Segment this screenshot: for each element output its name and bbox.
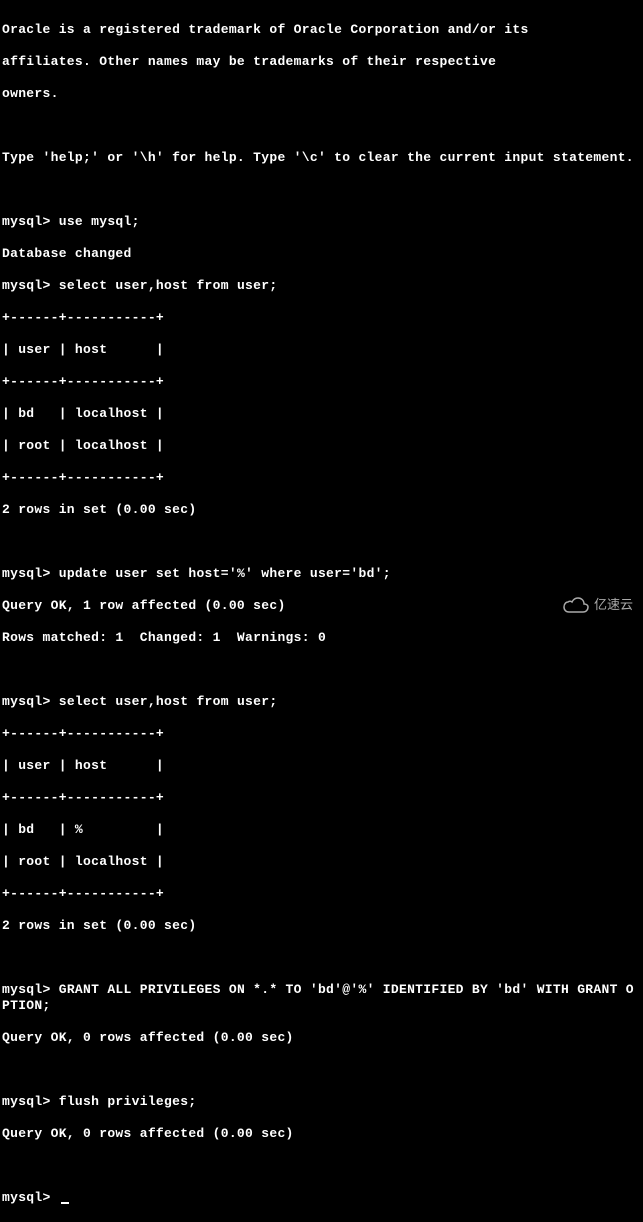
- intro-line: affiliates. Other names may be trademark…: [2, 54, 641, 70]
- command-line: mysql> flush privileges;: [2, 1094, 641, 1110]
- prompt-line[interactable]: mysql>: [2, 1190, 641, 1206]
- table-header: | user | host |: [2, 342, 641, 358]
- command-line: mysql> select user,host from user;: [2, 694, 641, 710]
- terminal-output: Oracle is a registered trademark of Orac…: [2, 6, 641, 1222]
- help-line: Type 'help;' or '\h' for help. Type '\c'…: [2, 150, 641, 166]
- table-border: +------+-----------+: [2, 790, 641, 806]
- response-line: Query OK, 0 rows affected (0.00 sec): [2, 1030, 641, 1046]
- cloud-icon: [562, 596, 590, 614]
- table-border: +------+-----------+: [2, 374, 641, 390]
- watermark: 亿速云: [562, 596, 633, 614]
- blank-line: [2, 1062, 641, 1078]
- table-border: +------+-----------+: [2, 310, 641, 326]
- table-row: | bd | localhost |: [2, 406, 641, 422]
- blank-line: [2, 118, 641, 134]
- blank-line: [2, 1158, 641, 1174]
- table-border: +------+-----------+: [2, 886, 641, 902]
- command-line: mysql> GRANT ALL PRIVILEGES ON *.* TO 'b…: [2, 982, 641, 1014]
- command-line: mysql> use mysql;: [2, 214, 641, 230]
- table-row: | root | localhost |: [2, 438, 641, 454]
- intro-line: owners.: [2, 86, 641, 102]
- blank-line: [2, 950, 641, 966]
- response-line: Query OK, 0 rows affected (0.00 sec): [2, 1126, 641, 1142]
- intro-line: Oracle is a registered trademark of Orac…: [2, 22, 641, 38]
- watermark-text: 亿速云: [594, 597, 633, 613]
- response-line: Rows matched: 1 Changed: 1 Warnings: 0: [2, 630, 641, 646]
- summary-line: 2 rows in set (0.00 sec): [2, 502, 641, 518]
- cursor-icon: [61, 1202, 69, 1204]
- table-row: | root | localhost |: [2, 854, 641, 870]
- response-line: Query OK, 1 row affected (0.00 sec): [2, 598, 641, 614]
- table-header: | user | host |: [2, 758, 641, 774]
- response-line: Database changed: [2, 246, 641, 262]
- blank-line: [2, 182, 641, 198]
- blank-line: [2, 534, 641, 550]
- summary-line: 2 rows in set (0.00 sec): [2, 918, 641, 934]
- table-row: | bd | % |: [2, 822, 641, 838]
- table-border: +------+-----------+: [2, 470, 641, 486]
- command-line: mysql> update user set host='%' where us…: [2, 566, 641, 582]
- table-border: +------+-----------+: [2, 726, 641, 742]
- command-line: mysql> select user,host from user;: [2, 278, 641, 294]
- blank-line: [2, 662, 641, 678]
